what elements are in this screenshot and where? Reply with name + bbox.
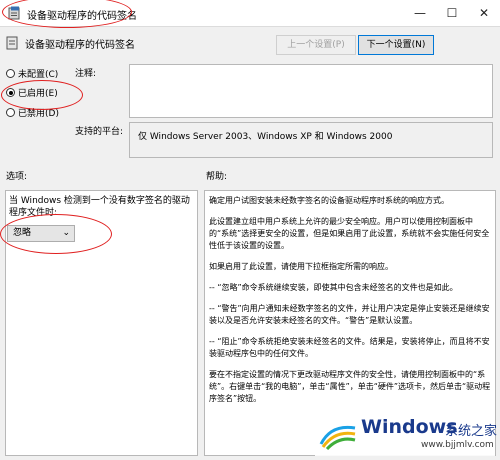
help-paragraph: 如果启用了此设置，请使用下拉框指定所需的响应。 [209, 262, 393, 271]
help-paragraph: -- “阻止”命令系统拒绝安装未经签名的文件。结果是，安装将停止，而且将不安装驱… [209, 337, 490, 358]
help-paragraph: -- “忽略”命令系统继续安装，即使其中包含未经签名的文件也是如此。 [209, 283, 458, 292]
help-paragraph: 要在不指定设置的情况下更改驱动程序文件的安全性，请使用控制面板中的“系统”。右键… [209, 370, 491, 403]
comment-field[interactable] [129, 64, 493, 118]
help-paragraph: 确定用户试图安装未经数字签名的设备驱动程序时系统的响应方式。 [209, 196, 449, 205]
minimize-button[interactable]: — [404, 0, 436, 26]
platform-label: 支持的平台: [75, 127, 124, 137]
options-section-label: 选项: [6, 172, 28, 182]
watermark: Windows 系统之家 www.bjjmlv.com [315, 412, 498, 456]
platform-field: 仅 Windows Server 2003、Windows XP 和 Windo… [129, 122, 493, 158]
radio-label: 已禁用(D) [18, 109, 59, 119]
radio-circle[interactable] [6, 108, 15, 117]
windows-logo-icon [319, 425, 356, 450]
next-setting-button[interactable]: 下一个设置(N) [358, 35, 434, 55]
comment-label: 注释: [75, 69, 97, 79]
help-paragraph: 此设置建立组中用户系统上允许的最少安全响应。用户可以使用控制面板中的“系统”选择… [209, 217, 490, 250]
annotation-ellipse [1, 80, 83, 110]
setting-icon [6, 36, 18, 50]
setting-name: 设备驱动程序的代码签名 [25, 40, 135, 51]
close-button[interactable]: ✕ [468, 0, 500, 26]
radio-circle[interactable] [6, 69, 15, 78]
radio-label: 未配置(C) [18, 70, 59, 80]
maximize-button[interactable]: ☐ [436, 0, 468, 26]
prev-setting-button[interactable]: 上一个设置(P) [276, 35, 356, 55]
watermark-url: www.bjjmlv.com [421, 440, 494, 450]
watermark-brand: Windows [361, 416, 458, 438]
help-paragraph: -- “警告”向用户通知未经数字签名的文件，并让用户决定是停止安装还是继续安装以… [209, 304, 490, 325]
watermark-cn: 系统之家 [445, 424, 498, 439]
annotation-ellipse [0, 214, 112, 254]
help-section-label: 帮助: [206, 172, 228, 182]
